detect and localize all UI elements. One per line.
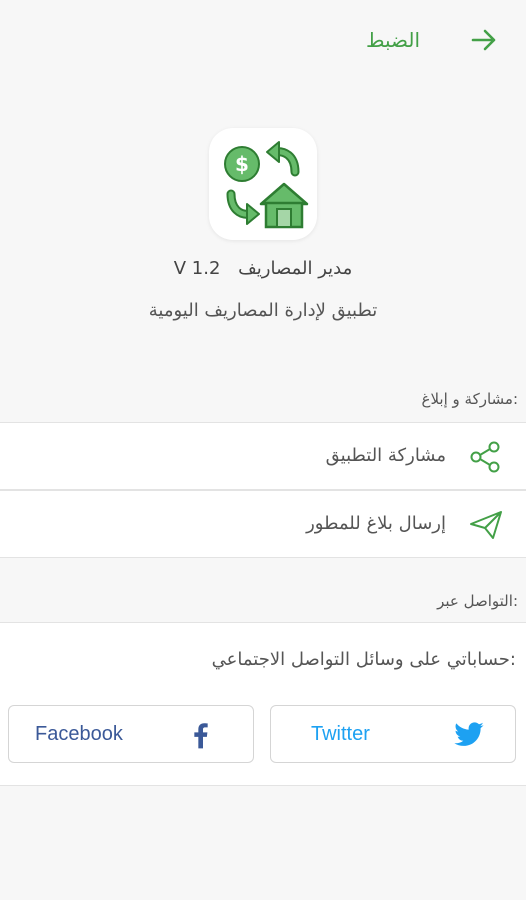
facebook-button[interactable]: Facebook [8,705,254,763]
app-description: تطبيق لإدارة المصاريف اليومية [148,300,378,321]
twitter-button[interactable]: Twitter [270,705,516,763]
contact-section-title: التواصل عبر: [437,592,518,610]
report-developer-row[interactable]: إرسال بلاغ للمطور [0,490,526,558]
share-icon [470,441,500,473]
facebook-label: Facebook [35,723,123,745]
app-name-row: V 1.2 مدير المصاريف [0,258,526,279]
back-button[interactable] [470,26,498,54]
money-house-exchange-icon: $ [224,141,309,229]
share-app-row[interactable]: مشاركة التطبيق [0,422,526,490]
arrow-right-icon [471,29,496,51]
twitter-icon [454,722,484,746]
page-title: الضبط [365,28,420,52]
svg-text:$: $ [235,152,249,176]
app-name: مدير المصاريف [238,258,353,279]
facebook-icon [194,723,208,749]
app-version: V 1.2 [173,258,221,279]
top-bar: الضبط [0,0,526,80]
share-section-title: مشاركة و إبلاغ: [421,390,519,408]
social-panel: حساباتي على وسائل التواصل الاجتماعي: Twi… [0,622,526,786]
report-developer-label: إرسال بلاغ للمطور [306,513,446,534]
share-app-label: مشاركة التطبيق [325,445,446,466]
twitter-label: Twitter [311,723,370,745]
social-accounts-text: حساباتي على وسائل التواصل الاجتماعي: [211,649,516,670]
app-logo: $ [209,128,317,240]
send-icon [470,511,502,539]
